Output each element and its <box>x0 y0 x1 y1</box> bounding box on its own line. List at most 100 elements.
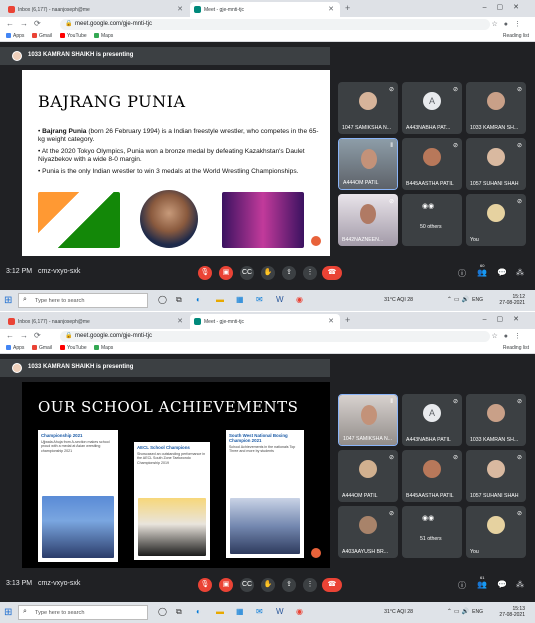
nav-buttons[interactable]: ←→⟳ <box>6 19 47 28</box>
others-tile[interactable]: ◉◉ 51 others <box>402 506 462 558</box>
bookmark-apps[interactable]: Apps <box>6 33 24 39</box>
activities-button[interactable]: ⁂ <box>516 268 524 277</box>
leave-call-button[interactable]: ☎ <box>322 266 342 280</box>
info-button[interactable]: ⓘ <box>458 268 466 279</box>
window-controls[interactable]: –▢✕ <box>483 315 529 323</box>
store-icon[interactable]: ▦ <box>236 295 244 304</box>
participant-tile[interactable]: ⊘ 1057 SUHANI SHAH <box>466 138 526 190</box>
tab-inbox[interactable]: Inbox (6,177) - naanjoseph@me ✕ <box>4 2 189 17</box>
chat-button[interactable]: 💬 <box>497 268 507 277</box>
address-bar[interactable]: 🔒 meet.google.com/gje-mnti-tjc <box>60 331 490 342</box>
mail-icon[interactable]: ✉ <box>256 607 263 616</box>
leave-call-button[interactable]: ☎ <box>322 578 342 592</box>
raise-hand-button[interactable]: ✋ <box>261 578 275 592</box>
tab-inbox[interactable]: Inbox (6,177) - naanjoseph@me ✕ <box>4 314 189 329</box>
taskbar-search[interactable]: ⌕ Type here to search <box>18 293 148 308</box>
chrome-icon[interactable]: ◉ <box>296 295 303 304</box>
participant-tile-active[interactable]: ⦀ A444OM PATIL <box>338 138 398 190</box>
bookmark-maps[interactable]: Maps <box>94 345 113 351</box>
participant-tile[interactable]: A ⊘ A443NABHA PATIL <box>402 394 462 446</box>
tray-icons[interactable]: ⌃▭🔊 <box>447 296 471 303</box>
self-tile[interactable]: ⊘ You <box>466 194 526 246</box>
more-options-button[interactable]: ⋮ <box>303 266 317 280</box>
taskbar-clock[interactable]: 15:13 27-08-2021 <box>499 606 525 618</box>
close-icon[interactable]: ✕ <box>328 5 334 13</box>
explorer-icon[interactable]: ▬ <box>216 295 224 304</box>
close-icon[interactable]: ✕ <box>177 5 183 13</box>
store-icon[interactable]: ▦ <box>236 607 244 616</box>
participant-tile[interactable]: ⊘ 1033 KAMRAN SH... <box>466 394 526 446</box>
new-tab-icon[interactable]: + <box>345 315 350 325</box>
edge-icon[interactable]: ◐ <box>196 295 201 304</box>
tab-meet[interactable]: Meet - gje-mnti-tjc ✕ <box>190 2 340 17</box>
multitask-icon[interactable]: ⧉ <box>176 607 182 617</box>
meet-screenshot-2: Inbox (6,177) - naanjoseph@me ✕ Meet - gj… <box>0 312 535 623</box>
mic-off-icon: ⊘ <box>388 87 394 93</box>
multitask-icon[interactable]: ⧉ <box>176 295 182 305</box>
participant-tile[interactable]: ⊘ A403AAYUSH BR... <box>338 506 398 558</box>
participant-tile[interactable]: ⊘ 1033 KAMRAN SH... <box>466 82 526 134</box>
tray-icons[interactable]: ⌃▭🔊 <box>447 608 471 615</box>
windows-start-icon[interactable]: ⊞ <box>4 607 12 618</box>
bookmark-maps[interactable]: Maps <box>94 33 113 39</box>
toolbar-icons[interactable]: ☆●⋮ <box>491 20 527 28</box>
taskbar-clock[interactable]: 15:12 27-08-2021 <box>499 294 525 306</box>
present-button[interactable]: ⇪ <box>282 266 296 280</box>
activities-button[interactable]: ⁂ <box>516 580 524 589</box>
system-tray: 31°C AQI 28 ⌃▭🔊 ENG 15:13 27-08-2021 <box>331 604 531 621</box>
people-button[interactable]: 👥 61 <box>477 575 487 589</box>
participant-tile[interactable]: ⊘ 1057 SUHANI SHAH <box>466 450 526 502</box>
bookmark-gmail[interactable]: Gmail <box>32 345 52 351</box>
bookmark-apps[interactable]: Apps <box>6 345 24 351</box>
toolbar-icons[interactable]: ☆●⋮ <box>491 332 527 340</box>
task-view-icon[interactable]: ◯ <box>158 607 167 616</box>
bookmark-gmail[interactable]: Gmail <box>32 33 52 39</box>
edge-icon[interactable]: ◐ <box>196 607 201 616</box>
close-icon[interactable]: ✕ <box>328 317 334 325</box>
url-text: meet.google.com/gje-mnti-tjc <box>75 333 153 339</box>
participant-tile[interactable]: A ⊘ A443NABHA PAT... <box>402 82 462 134</box>
taskbar-search[interactable]: ⌕ Type here to search <box>18 605 148 620</box>
self-tile[interactable]: ⊘ You <box>466 506 526 558</box>
new-tab-icon[interactable]: + <box>345 3 350 13</box>
raise-hand-button[interactable]: ✋ <box>261 266 275 280</box>
word-icon[interactable]: W <box>276 295 284 304</box>
avatar <box>487 460 505 478</box>
more-options-button[interactable]: ⋮ <box>303 578 317 592</box>
gmail-icon <box>32 33 37 38</box>
participant-tile[interactable]: ⊘ A444OM PATIL <box>338 450 398 502</box>
camera-button[interactable]: ▣ <box>219 578 233 592</box>
explorer-icon[interactable]: ▬ <box>216 607 224 616</box>
nav-buttons[interactable]: ←→⟳ <box>6 331 47 340</box>
participant-tile-active[interactable]: ⦀ 1047 SAMIKSHA N... <box>338 394 398 446</box>
language-indicator[interactable]: ENG <box>472 297 483 303</box>
people-button[interactable]: 👥 60 <box>477 263 487 277</box>
address-bar[interactable]: 🔒 meet.google.com/gje-mnti-tjc <box>60 19 490 30</box>
info-button[interactable]: ⓘ <box>458 580 466 591</box>
tab-meet[interactable]: Meet - gje-mnti-tjc ✕ <box>190 314 340 329</box>
participant-tile[interactable]: ⊘ B445AASTHA PATIL <box>402 138 462 190</box>
task-view-icon[interactable]: ◯ <box>158 295 167 304</box>
participant-tile[interactable]: ⊘ B445AASTHA PATIL <box>402 450 462 502</box>
bookmark-youtube[interactable]: YouTube <box>60 33 87 39</box>
mic-button[interactable]: 🎙 <box>198 578 212 592</box>
mail-icon[interactable]: ✉ <box>256 295 263 304</box>
captions-button[interactable]: CC <box>240 578 254 592</box>
chat-button[interactable]: 💬 <box>497 580 507 589</box>
others-tile[interactable]: ◉◉ 50 others <box>402 194 462 246</box>
chrome-icon[interactable]: ◉ <box>296 607 303 616</box>
participant-tile[interactable]: ⊘ B442NAZNEEN... <box>338 194 398 246</box>
close-icon[interactable]: ✕ <box>177 317 183 325</box>
reading-list[interactable]: Reading list <box>503 345 529 351</box>
window-controls[interactable]: –▢✕ <box>483 3 529 11</box>
camera-button[interactable]: ▣ <box>219 266 233 280</box>
mic-button[interactable]: 🎙 <box>198 266 212 280</box>
word-icon[interactable]: W <box>276 607 284 616</box>
windows-start-icon[interactable]: ⊞ <box>4 295 12 306</box>
language-indicator[interactable]: ENG <box>472 609 483 615</box>
reading-list[interactable]: Reading list <box>503 33 529 39</box>
bookmark-youtube[interactable]: YouTube <box>60 345 87 351</box>
captions-button[interactable]: CC <box>240 266 254 280</box>
participant-tile[interactable]: ⊘ 1047 SAMIKSHA N... <box>338 82 398 134</box>
present-button[interactable]: ⇪ <box>282 578 296 592</box>
